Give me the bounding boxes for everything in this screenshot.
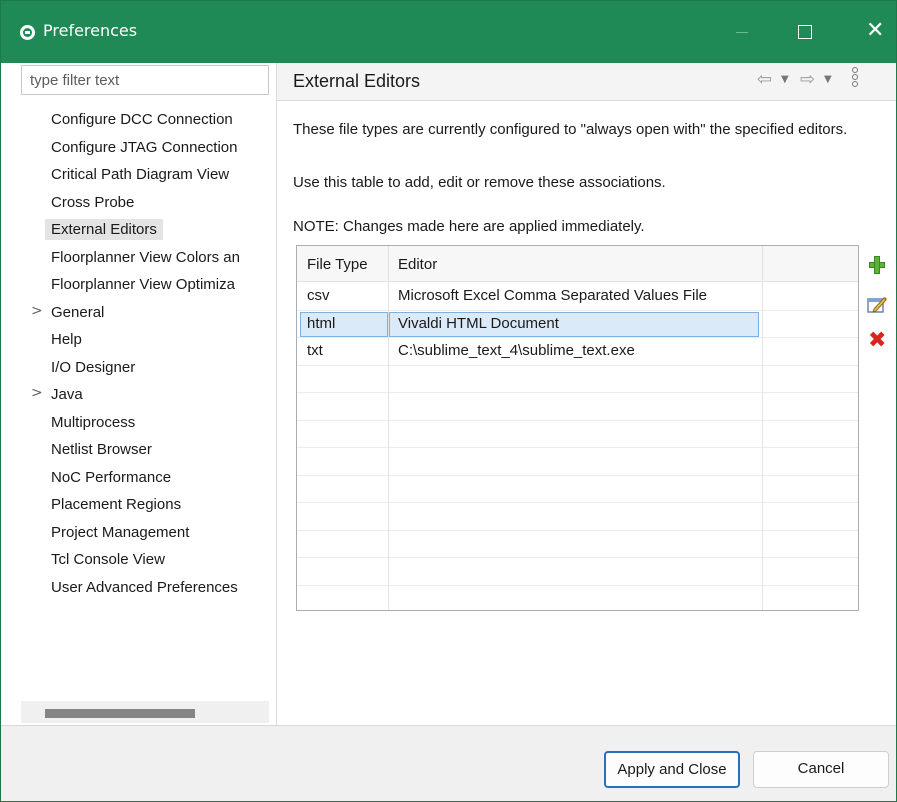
column-header-editor[interactable]: Editor [398,256,437,273]
close-icon: ✕ [866,18,885,43]
tree-item-label: I/O Designer [51,358,136,376]
tree-item-label: Floorplanner View Optimiza [51,276,235,293]
tree-item-label: NoC Performance [51,468,172,486]
tree-item[interactable]: Placement Regions [9,492,276,519]
add-button[interactable] [863,252,889,278]
preference-navigation-panel: Configure DCC Connection Configure JTAG C… [9,63,276,725]
table-row[interactable]: txt C:\sublime_text_4\sublime_text.exe [297,338,858,365]
maximize-button[interactable] [781,1,827,63]
tree-item-label: Configure JTAG Connection [51,138,238,156]
row-divider [297,474,858,476]
tree-item-label: Floorplanner View Colors an [51,248,240,266]
tree-item-label: External Editors [45,219,163,240]
remove-icon: ✖ [868,328,887,353]
page-description: These file types are currently configure… [293,121,848,138]
dialog-button-bar: Apply and Close Cancel [1,725,896,801]
maximize-icon [798,25,812,39]
close-button[interactable]: ✕ [850,1,896,63]
tree-item-label: User Advanced Preferences [51,578,238,596]
row-divider [297,392,858,393]
edit-icon [867,297,887,313]
cell-editor: Microsoft Excel Comma Separated Values F… [398,287,708,304]
tree-item[interactable]: External Editors [9,217,276,244]
row-divider [297,419,858,421]
page-title: External Editors [293,71,421,91]
tree-item[interactable]: Floorplanner View Colors an [9,245,276,272]
chevron-right-icon[interactable]: > [31,385,43,401]
scrollbar-thumb[interactable] [45,709,195,718]
cell-file-type: html [307,314,336,332]
column-divider [762,246,763,610]
cancel-button[interactable]: Cancel [753,751,889,788]
tree-item-label: Java [51,386,83,403]
tree-item-label: Help [51,331,82,348]
table-header: File Type Editor [297,246,858,282]
edit-button[interactable] [863,291,889,317]
cell-file-type: csv [307,287,330,304]
cell-editor: Vivaldi HTML Document [398,314,559,332]
tree-item[interactable]: Critical Path Diagram View [9,162,276,189]
tree-item-label: Project Management [51,523,190,541]
tree-item[interactable]: > General [9,300,276,327]
page-note: NOTE: Changes made here are applied imme… [293,218,645,235]
tree-item-label: Critical Path Diagram View [51,166,230,183]
tree-item[interactable]: Configure DCC Connection [9,107,276,134]
tree-item[interactable]: Multiprocess [9,410,276,437]
chevron-right-icon[interactable]: > [31,303,43,319]
add-icon [869,256,885,274]
editors-table[interactable]: File Type Editor csv Microsoft Excel Comm… [296,245,859,611]
tree-item[interactable]: Floorplanner View Optimiza [9,272,276,299]
remove-button[interactable]: ✖ [863,328,889,354]
title-bar[interactable]: Preferences ✕ [1,1,896,63]
row-divider [297,557,858,558]
filter-input[interactable] [21,65,269,95]
table-row[interactable]: html Vivaldi HTML Document [297,311,858,338]
apply-and-close-button[interactable]: Apply and Close [604,751,740,788]
forward-arrow-icon[interactable]: ⇨ [800,69,815,90]
column-divider [388,246,389,610]
horizontal-scrollbar[interactable] [21,701,269,723]
column-header-file-type[interactable]: File Type [307,256,368,273]
row-divider [297,447,858,448]
tree-item[interactable]: User Advanced Preferences [9,575,276,602]
more-vertical-icon[interactable] [852,67,860,91]
row-divider [297,584,858,586]
tree-item-label: Configure DCC Connection [51,111,233,128]
tree-item[interactable]: Cross Probe [9,190,276,217]
minimize-icon [736,32,748,33]
table-row[interactable]: csv Microsoft Excel Comma Separated Value… [297,283,858,310]
minimize-button[interactable] [719,1,765,63]
cell-editor: C:\sublime_text_4\sublime_text.exe [398,342,635,359]
tree-item[interactable]: NoC Performance [9,465,276,492]
forward-dropdown-icon[interactable]: ▼ [824,74,832,85]
page-header: External Editors ⇦ ▼ ⇨ ▼ [277,63,896,101]
app-logo-icon [20,25,35,40]
row-divider [297,502,858,503]
back-arrow-icon[interactable]: ⇦ [757,69,772,90]
tree-item[interactable]: I/O Designer [9,355,276,382]
tree-item[interactable]: Netlist Browser [9,437,276,464]
tree-item-label: Cross Probe [51,193,135,211]
tree-item-label: Multiprocess [51,413,136,431]
tree-item[interactable]: Configure JTAG Connection [9,135,276,162]
panel-splitter[interactable] [276,63,277,725]
tree-item[interactable]: > Java [9,382,276,409]
page-instruction: Use this table to add, edit or remove th… [293,174,666,191]
tree-item[interactable]: Project Management [9,520,276,547]
window-title: Preferences [43,21,138,40]
tree-item[interactable]: Help [9,327,276,354]
tree-item-label: Tcl Console View [51,551,165,568]
back-dropdown-icon[interactable]: ▼ [781,74,789,85]
tree-item[interactable]: Tcl Console View [9,547,276,574]
preferences-window: Preferences ✕ Configure DCC ConnectionCo… [0,0,897,802]
row-divider [297,529,858,531]
tree-item-label: General [51,303,105,321]
cell-file-type: txt [307,342,323,359]
tree-item-label: Placement Regions [51,496,182,513]
tree-item-label: Netlist Browser [51,441,152,458]
